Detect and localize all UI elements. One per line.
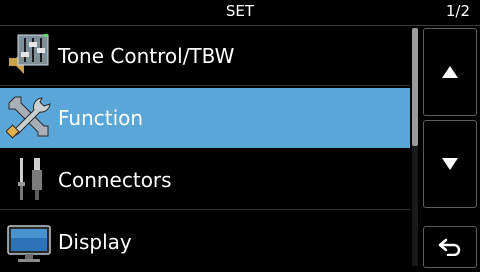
screen-title: SET <box>225 2 255 20</box>
menu-item-tone-control[interactable]: Tone Control/TBW <box>0 26 410 86</box>
scrollbar-thumb[interactable] <box>412 28 418 146</box>
up-arrow-icon <box>441 65 459 79</box>
menu-item-label: Connectors <box>58 168 172 192</box>
menu-item-label: Function <box>58 106 144 130</box>
title-bar: SET 1/2 <box>0 0 480 26</box>
menu-item-display[interactable]: Display <box>0 212 410 272</box>
back-button[interactable] <box>423 226 477 268</box>
row-divider <box>0 85 410 86</box>
menu-item-label: Display <box>58 230 132 254</box>
connector-icon <box>6 156 52 202</box>
tone-control-icon <box>6 32 52 78</box>
menu-item-connectors[interactable]: Connectors <box>0 150 410 210</box>
page-indicator: 1/2 <box>445 2 470 20</box>
down-arrow-icon <box>441 157 459 171</box>
tools-icon <box>5 94 52 140</box>
menu-item-label: Tone Control/TBW <box>58 44 235 68</box>
menu-list: Tone Control/TBW Function Connectors Dis… <box>0 26 410 272</box>
row-divider <box>0 209 410 210</box>
display-icon <box>6 218 52 264</box>
scroll-up-button[interactable] <box>423 28 477 116</box>
menu-item-function[interactable]: Function <box>0 88 410 148</box>
scroll-down-button[interactable] <box>423 120 477 208</box>
back-arrow-icon <box>438 238 462 256</box>
